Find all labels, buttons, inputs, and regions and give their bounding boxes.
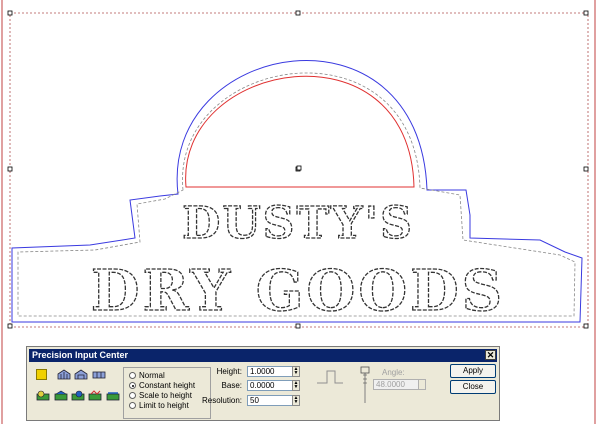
angle-spinner [418,379,426,390]
profile-preview-icon [317,370,343,384]
radio-limit-to-height[interactable]: Limit to height [129,401,189,411]
radio-normal-label: Normal [139,371,165,380]
height-spinner[interactable]: ▲ ▼ [292,366,300,377]
mode-icon-group [36,363,120,419]
height-label: Height: [216,367,242,376]
blocks-icon[interactable] [92,369,106,380]
tool-5-icon[interactable] [106,390,120,401]
tool-2-icon[interactable] [54,390,68,401]
tool-1-icon[interactable] [36,390,50,401]
house-a-icon[interactable] [57,369,71,380]
dialog-titlebar[interactable]: Precision Input Center ✕ [29,349,497,362]
base-spinner[interactable]: ▲ ▼ [292,380,300,391]
base-label: Base: [221,381,242,390]
close-button[interactable]: Close [450,380,496,394]
outer-outline [11,60,583,323]
radio-normal[interactable]: Normal [129,371,165,381]
resolution-label: Resolution: [201,396,242,405]
center-handle[interactable] [296,165,302,171]
yellow-square-icon[interactable] [36,369,47,380]
base-field[interactable]: 0.0000 [247,380,293,391]
house-b-icon[interactable] [74,369,88,380]
dialog-close-icon[interactable]: ✕ [485,350,496,360]
tool-3-icon[interactable] [71,390,85,401]
height-field[interactable]: 1.0000 [247,366,293,377]
angle-slider[interactable] [359,365,371,405]
tool-4-icon[interactable] [88,390,102,401]
resolution-spinner[interactable]: ▲ ▼ [292,395,300,406]
resolution-field[interactable]: 50 [247,395,293,406]
dialog-title: Precision Input Center [32,350,129,360]
radio-scale-to-height-dot[interactable] [129,392,136,399]
apply-button[interactable]: Apply [450,364,496,378]
radio-limit-to-height-dot[interactable] [129,402,136,409]
angle-field: 48.0000 [373,379,419,390]
angle-label: Angle: [382,368,405,377]
radio-constant-height-dot[interactable] [129,382,136,389]
radio-normal-dot[interactable] [129,372,136,379]
inner-outline [17,72,576,317]
precision-input-dialog: Precision Input Center ✕ Normal Constant… [26,346,500,421]
